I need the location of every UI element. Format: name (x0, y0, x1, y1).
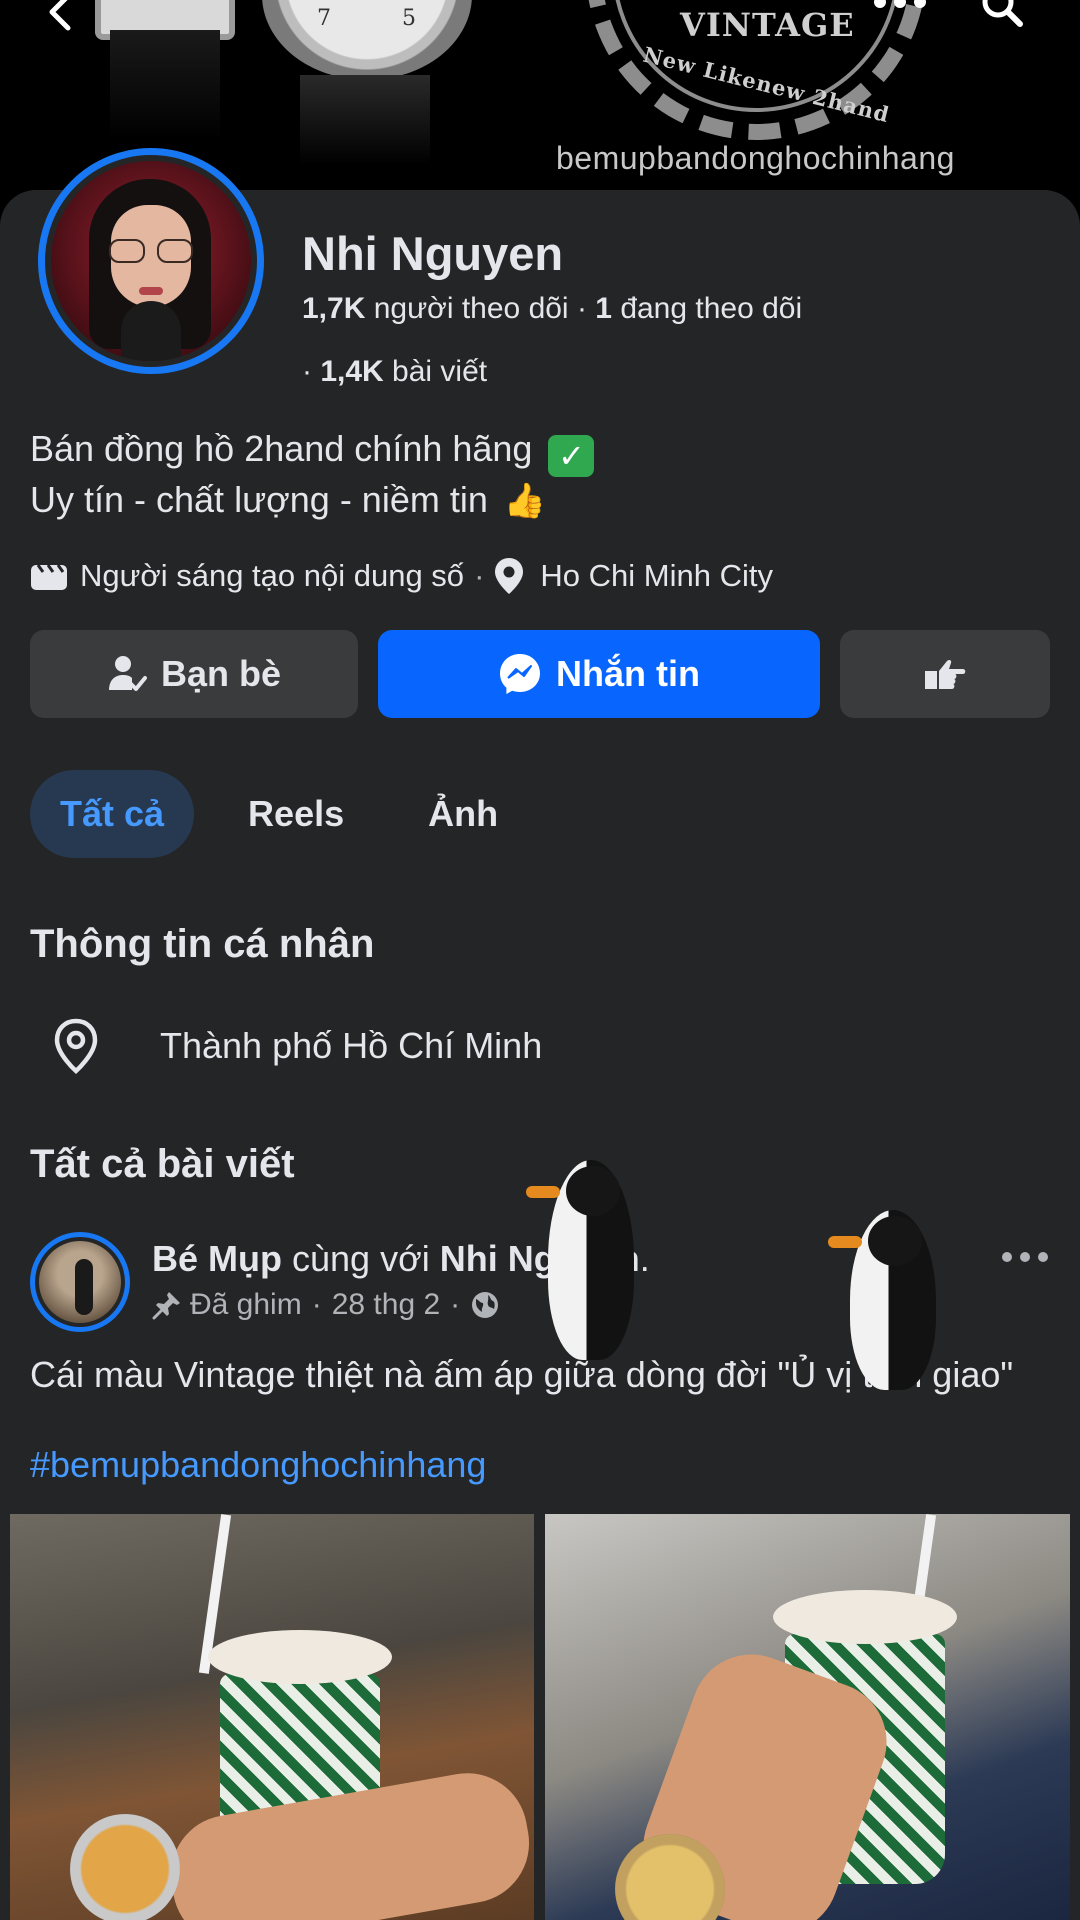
friend-check-icon (108, 656, 147, 691)
post-photo-2[interactable] (545, 1514, 1070, 1920)
post-photo-1[interactable] (10, 1514, 534, 1920)
watch-numeral: 7 (317, 6, 331, 31)
avatar-image (51, 161, 251, 361)
pin-icon (152, 1292, 180, 1320)
profile-name: Nhi Nguyen (302, 227, 564, 280)
friends-button[interactable]: Bạn bè (30, 630, 358, 718)
profile-details: Người sáng tạo nội dung số · Ho Chi Minh… (30, 554, 773, 598)
all-posts-title: Tất cả bài viết (30, 1142, 295, 1186)
profile-category: Người sáng tạo nội dung số (80, 558, 465, 593)
details-separator: · (474, 558, 485, 593)
messenger-icon (500, 654, 540, 694)
posts-label: bài viết (392, 355, 488, 388)
post-avatar-image (39, 1241, 121, 1323)
bio-line-2: Uy tín - chất lượng - niềm tin (30, 479, 488, 520)
profile-stats: 1,7K người theo dõi · 1 đang theo dõi (302, 292, 802, 326)
profile-tabs: Tất cả Reels Ảnh (30, 770, 552, 858)
followers-count[interactable]: 1,7K (302, 292, 365, 325)
bio-line-1: Bán đồng hồ 2hand chính hãng (30, 428, 533, 469)
message-button[interactable]: Nhắn tin (378, 630, 820, 718)
post-options-icon[interactable] (1000, 1242, 1050, 1272)
message-button-label: Nhắn tin (556, 653, 700, 694)
thumb-point-icon (925, 659, 966, 689)
post-header-period: . (639, 1238, 650, 1279)
post-author-avatar[interactable] (30, 1232, 130, 1332)
posts-count: 1,4K (320, 355, 384, 388)
globe-icon (472, 1292, 499, 1318)
tab-reels[interactable]: Reels (218, 770, 374, 858)
post-hashtag-link[interactable]: #bemupbandonghochinhang (30, 1444, 486, 1486)
stats-separator: · (302, 355, 321, 388)
profile-avatar[interactable] (38, 148, 264, 374)
cover-handle: bemupbandonghochinhang (556, 140, 955, 176)
tab-photos[interactable]: Ảnh (398, 770, 528, 858)
search-icon[interactable] (980, 0, 1024, 28)
location-pin-icon (495, 558, 524, 594)
meta-separator: · (450, 1288, 461, 1321)
watch-numeral: 5 (402, 6, 416, 31)
profile-location[interactable]: Ho Chi Minh City (540, 558, 773, 594)
profile-bio: Bán đồng hồ 2hand chính hãng ✓ Uy tín - … (30, 426, 595, 524)
cover-strap-right (300, 75, 430, 165)
post-with-text: cùng với (292, 1238, 430, 1279)
more-options-icon[interactable] (870, 0, 930, 16)
stats-separator: · (576, 292, 596, 325)
penguin-sticker (526, 1160, 634, 1360)
tab-all[interactable]: Tất cả (30, 770, 195, 858)
post-meta: Đã ghim · 28 thg 2 · (152, 1288, 500, 1322)
personal-info-location-row[interactable]: Thành phố Hồ Chí Minh (52, 1016, 542, 1076)
meta-separator: · (311, 1288, 322, 1321)
personal-info-title: Thông tin cá nhân (30, 922, 375, 966)
cover-watch-right: 7 5 (262, 0, 472, 80)
following-label[interactable]: đang theo dõi (620, 292, 802, 325)
back-arrow-icon[interactable] (40, 0, 80, 34)
thumbs-up-emoji-icon: 👍 (503, 482, 547, 520)
following-count[interactable]: 1 (595, 292, 612, 325)
wristwatch-shape (70, 1814, 180, 1920)
personal-info-location: Thành phố Hồ Chí Minh (160, 1025, 543, 1066)
post-date[interactable]: 28 thg 2 (332, 1288, 440, 1322)
post-author-name[interactable]: Bé Mụp (152, 1238, 282, 1279)
check-mark-emoji-icon: ✓ (548, 435, 595, 477)
more-actions-button[interactable] (840, 630, 1050, 718)
cover-strap-left (110, 30, 220, 140)
location-pin-outline-icon (54, 1018, 98, 1074)
followers-label[interactable]: người theo dõi (374, 292, 569, 325)
brand-title: VINTAGE (680, 6, 855, 44)
penguin-sticker (828, 1210, 936, 1390)
video-clapper-icon (31, 564, 67, 590)
post-pinned-label: Đã ghim (190, 1288, 302, 1321)
profile-post-stats: · 1,4K bài viết (302, 355, 487, 389)
friends-button-label: Bạn bè (160, 653, 282, 694)
